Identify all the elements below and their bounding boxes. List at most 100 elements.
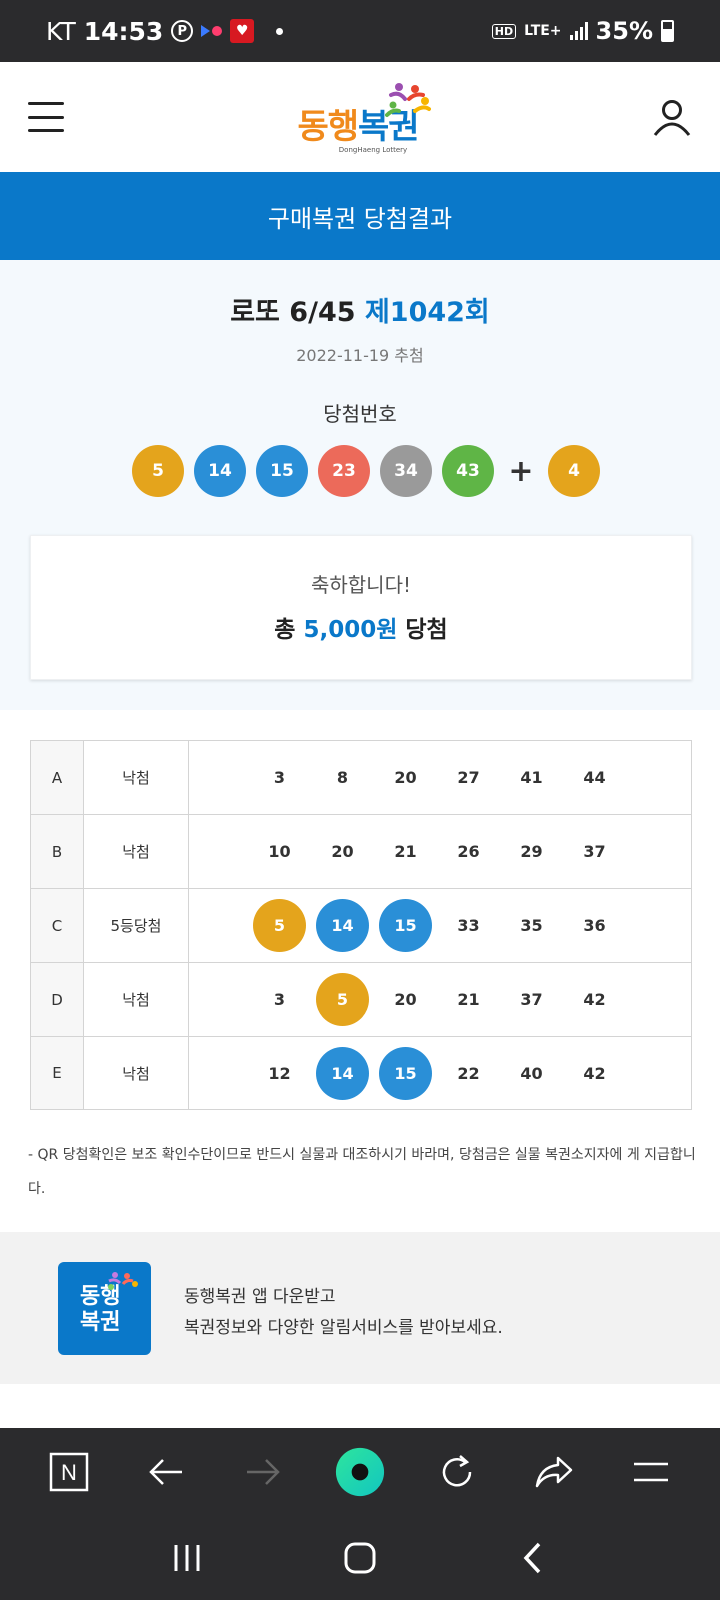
ticket-number: 37 <box>583 842 606 861</box>
ticket-row: E 낙첨 12 14 15 22 40 42 <box>31 1037 691 1109</box>
bonus-ball: 4 <box>548 445 600 497</box>
ticket-number: 26 <box>457 842 480 861</box>
draw-heading: 로또 6/45 제1042회 <box>0 290 720 329</box>
ticket-number: 21 <box>457 990 480 1009</box>
ticket-number: 20 <box>394 990 417 1009</box>
menu-icon[interactable] <box>626 1447 676 1497</box>
hd-voice-icon: HD <box>491 23 517 39</box>
ticket-number: 21 <box>394 842 417 861</box>
prize-amount: 5,000원 <box>303 617 398 643</box>
matched-number: 15 <box>379 899 432 952</box>
winning-numbers-label: 당첨번호 <box>323 402 397 426</box>
site-logo[interactable]: 동행복권 DongHaeng Lottery <box>297 81 431 154</box>
game-letter: E <box>31 1037 84 1109</box>
system-back-icon[interactable] <box>508 1533 558 1583</box>
svg-text:N: N <box>61 1460 77 1485</box>
winning-ball: 14 <box>194 445 246 497</box>
system-nav-bar <box>0 1516 720 1600</box>
total-prize: 총 5,000원 당첨 <box>274 617 448 643</box>
ticket-number: 10 <box>268 842 291 861</box>
game-result: 낙첨 <box>84 1037 189 1109</box>
signal-icon <box>569 22 588 40</box>
game-letter: B <box>31 815 84 888</box>
status-bar: KT 14:53 P ♥ HD LTE+ 35% <box>0 0 720 62</box>
matched-number: 14 <box>316 899 369 952</box>
game-numbers: 3 8 20 27 41 44 <box>189 741 691 814</box>
ticket-number: 3 <box>273 768 286 787</box>
game-numbers: 3 5 20 21 37 42 <box>189 963 691 1036</box>
matched-number: 14 <box>316 1046 369 1100</box>
matched-number: 5 <box>253 899 306 952</box>
winning-ball: 43 <box>442 445 494 497</box>
ticket-number: 12 <box>268 1063 291 1083</box>
game-result: 5등당첨 <box>84 889 189 962</box>
prize-card: 축하합니다! 총 5,000원 당첨 <box>30 535 692 680</box>
p-circle-icon: P <box>171 20 194 42</box>
ticket-number: 20 <box>394 768 417 787</box>
forward-arrow-icon[interactable] <box>238 1447 288 1497</box>
plus-sign: + <box>508 453 534 489</box>
winning-ball: 5 <box>132 445 184 497</box>
winning-ball: 15 <box>256 445 308 497</box>
app-logo: 동행 복권 <box>58 1262 151 1355</box>
ticket-number: 37 <box>520 990 543 1009</box>
winning-numbers: 5 14 15 23 34 43 +4 <box>132 445 600 497</box>
congrats-message: 축하합니다! <box>310 573 412 597</box>
people-figures-icon <box>108 1272 138 1290</box>
site-header: 동행복권 DongHaeng Lottery <box>0 62 720 172</box>
game-name: 로또 6/45 <box>230 297 356 328</box>
back-arrow-icon[interactable] <box>141 1447 191 1497</box>
ticket-number: 35 <box>520 916 543 935</box>
ticket-number: 29 <box>520 842 543 861</box>
ticket-number: 8 <box>336 768 349 787</box>
qr-notice: - QR 당첨확인은 보조 확인수단이므로 반드시 실물과 대조하시기 바라며,… <box>28 1147 696 1197</box>
winning-ball: 34 <box>380 445 432 497</box>
ticket-number: 40 <box>520 1063 543 1083</box>
home-icon[interactable] <box>335 1533 385 1583</box>
draw-results-section: 로또 6/45 제1042회 2022-11-19 추첨 당첨번호 5 14 15 2… <box>0 260 720 710</box>
battery-icon <box>661 20 674 42</box>
green-dot-icon[interactable] <box>335 1447 385 1497</box>
draw-date: 2022-11-19 추첨 <box>296 346 424 365</box>
n-home-icon[interactable]: N <box>44 1447 94 1497</box>
share-icon[interactable] <box>529 1447 579 1497</box>
game-numbers: 10 20 21 26 29 37 <box>189 815 691 888</box>
page-title: 구매복권 당첨결과 <box>0 172 720 260</box>
ticket-row: A 낙첨 3 8 20 27 41 44 <box>31 741 691 815</box>
notification-dot-icon <box>276 27 284 35</box>
ticket-number: 42 <box>583 1063 606 1083</box>
ticket-number: 41 <box>520 768 543 787</box>
winning-ball: 23 <box>318 445 370 497</box>
promo-text: 동행복권 앱 다운받고 복권정보와 다양한 알림서비스를 받아보세요. <box>184 1287 503 1338</box>
game-letter: C <box>31 889 84 962</box>
matched-number: 5 <box>316 973 369 1026</box>
game-letter: D <box>31 963 84 1036</box>
matched-number: 15 <box>379 1046 432 1100</box>
app-promo-banner[interactable]: 동행 복권 동행복권 앱 다운받고 복권정보와 다양한 알림서비스를 받아보세요… <box>0 1232 720 1384</box>
browser-toolbar: N <box>0 1428 720 1516</box>
game-letter: A <box>31 741 84 814</box>
clock: 14:53 <box>83 16 164 46</box>
recent-apps-icon[interactable] <box>162 1533 212 1583</box>
ticket-row: D 낙첨 3 5 20 21 37 42 <box>31 963 691 1037</box>
ticket-number: 42 <box>583 990 606 1009</box>
game-numbers: 12 14 15 22 40 42 <box>189 1037 691 1109</box>
network-type: LTE+ <box>524 23 562 39</box>
ticket-table: A 낙첨 3 8 20 27 41 44 B 낙첨 10 20 21 26 29 37 C 5등당첨 5 14 15 33… <box>30 740 692 1110</box>
user-account-icon[interactable] <box>652 97 692 137</box>
ticket-number: 22 <box>457 1063 480 1083</box>
media-app-icon <box>201 25 223 37</box>
ticket-row: C 5등당첨 5 14 15 33 35 36 <box>31 889 691 963</box>
draw-round: 제1042회 <box>364 297 490 328</box>
ticket-number: 33 <box>457 916 480 935</box>
cherry-app-icon: ♥ <box>230 19 255 43</box>
game-result: 낙첨 <box>84 815 189 888</box>
refresh-icon[interactable] <box>432 1447 482 1497</box>
ticket-number: 36 <box>583 916 606 935</box>
game-result: 낙첨 <box>84 741 189 814</box>
battery-percent: 35% <box>595 17 653 45</box>
ticket-number: 27 <box>457 768 480 787</box>
people-figures-icon <box>384 82 431 117</box>
ticket-row: B 낙첨 10 20 21 26 29 37 <box>31 815 691 889</box>
hamburger-menu-icon[interactable] <box>28 102 64 132</box>
